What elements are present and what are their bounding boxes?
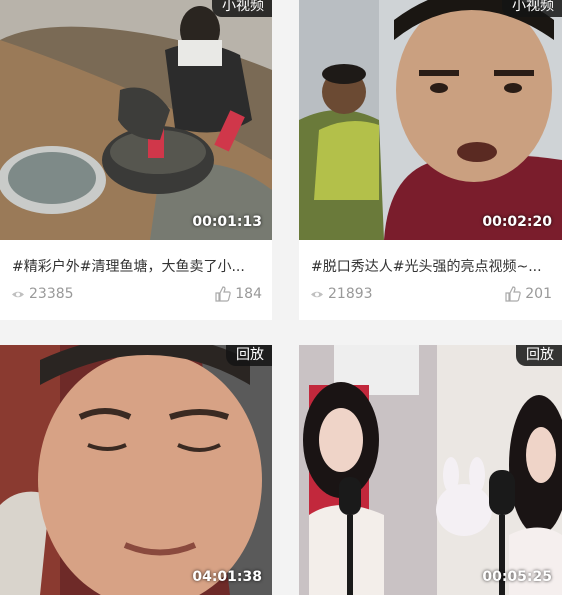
- video-card[interactable]: 小视频 00:01:13 #精彩户外#清理鱼塘，大鱼卖了小... 23385 1…: [0, 0, 272, 320]
- video-duration: 00:05:25: [482, 569, 552, 585]
- view-count-value: 21893: [328, 286, 373, 302]
- video-thumbnail[interactable]: 回放 00:05:25: [299, 345, 562, 595]
- video-thumbnail[interactable]: 小视频 00:02:20: [299, 0, 562, 240]
- video-card[interactable]: 回放 04:01:38: [0, 345, 272, 595]
- video-duration: 04:01:38: [192, 569, 262, 585]
- thumbnail-image: [299, 345, 562, 595]
- like-count-value: 201: [525, 286, 552, 302]
- like-count[interactable]: 184: [215, 286, 262, 302]
- video-duration: 00:02:20: [482, 214, 552, 230]
- eye-icon: [12, 291, 24, 297]
- view-count: 23385: [12, 286, 74, 302]
- view-count: 21893: [311, 286, 373, 302]
- thumbnail-image: [0, 0, 272, 240]
- video-thumbnail[interactable]: 回放 04:01:38: [0, 345, 272, 595]
- video-thumbnail[interactable]: 小视频 00:01:13: [0, 0, 272, 240]
- video-stats: 21893 201: [311, 286, 552, 306]
- video-type-badge: 回放: [516, 345, 562, 366]
- video-title[interactable]: #脱口秀达人#光头强的亮点视频~...: [311, 256, 550, 276]
- video-type-badge: 小视频: [502, 0, 562, 17]
- thumbs-up-icon: [215, 286, 231, 302]
- video-type-badge: 回放: [226, 345, 272, 366]
- video-type-badge: 小视频: [212, 0, 272, 17]
- like-count-value: 184: [235, 286, 262, 302]
- thumbnail-image: [299, 0, 562, 240]
- video-card[interactable]: 回放 00:05:25: [299, 345, 562, 595]
- video-duration: 00:01:13: [192, 214, 262, 230]
- like-count[interactable]: 201: [505, 286, 552, 302]
- view-count-value: 23385: [29, 286, 74, 302]
- thumbnail-image: [0, 345, 272, 595]
- thumbs-up-icon: [505, 286, 521, 302]
- video-title[interactable]: #精彩户外#清理鱼塘，大鱼卖了小...: [12, 256, 260, 276]
- video-card[interactable]: 小视频 00:02:20 #脱口秀达人#光头强的亮点视频~... 21893 2…: [299, 0, 562, 320]
- video-stats: 23385 184: [12, 286, 262, 306]
- eye-icon: [311, 291, 323, 297]
